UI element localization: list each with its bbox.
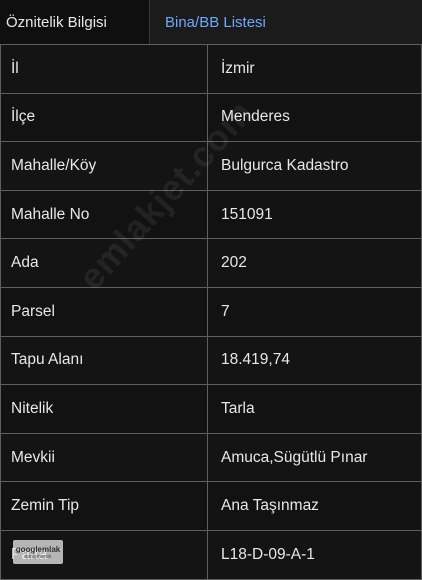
row-key: Tapu Alanı [0, 335, 208, 386]
table-row: Mevkii Amuca,Sügütlü Pınar [0, 432, 422, 483]
table-row: Zemin Tip Ana Taşınmaz [0, 481, 422, 531]
attribute-table: İl İzmir İlçe Menderes Mahalle/Köy Bulgu… [0, 44, 422, 580]
row-key: İl [0, 44, 208, 94]
table-row: İlçe Menderes [0, 92, 422, 143]
table-row: Mahalle No 151091 [0, 189, 422, 240]
row-key: Ada [0, 238, 208, 288]
row-key: Mahalle/Köy [0, 141, 208, 191]
tab-bina-bb-listesi[interactable]: Bina/BB Listesi [150, 0, 282, 44]
row-value: Ana Taşınmaz [207, 481, 422, 531]
row-key: Nitelik [0, 384, 208, 434]
row-value: Menderes [207, 92, 422, 143]
row-key: Mevkii [0, 432, 208, 483]
table-row: Ada 202 [0, 238, 422, 288]
table-row: İl İzmir [0, 44, 422, 94]
row-value: 7 [207, 286, 422, 337]
row-value: Tarla [207, 384, 422, 434]
table-row: Nitelik Tarla [0, 384, 422, 434]
row-key: Parsel [0, 286, 208, 337]
row-value: 18.419,74 [207, 335, 422, 386]
table-row: Pafta L18-D-09-A-1 [0, 529, 422, 580]
row-value: Bulgurca Kadastro [207, 141, 422, 191]
row-value: İzmir [207, 44, 422, 94]
row-value: 202 [207, 238, 422, 288]
row-key: İlçe [0, 92, 208, 143]
row-key: Mahalle No [0, 189, 208, 240]
row-value: 151091 [207, 189, 422, 240]
tab-oznitelik-bilgisi[interactable]: Öznitelik Bilgisi [0, 0, 150, 44]
table-row: Mahalle/Köy Bulgurca Kadastro [0, 141, 422, 191]
row-value: L18-D-09-A-1 [207, 529, 422, 580]
row-value: Amuca,Sügütlü Pınar [207, 432, 422, 483]
row-key: Pafta [0, 529, 208, 580]
tab-bar: Öznitelik Bilgisi Bina/BB Listesi [0, 0, 422, 45]
table-row: Tapu Alanı 18.419,74 [0, 335, 422, 386]
table-row: Parsel 7 [0, 286, 422, 337]
row-key: Zemin Tip [0, 481, 208, 531]
